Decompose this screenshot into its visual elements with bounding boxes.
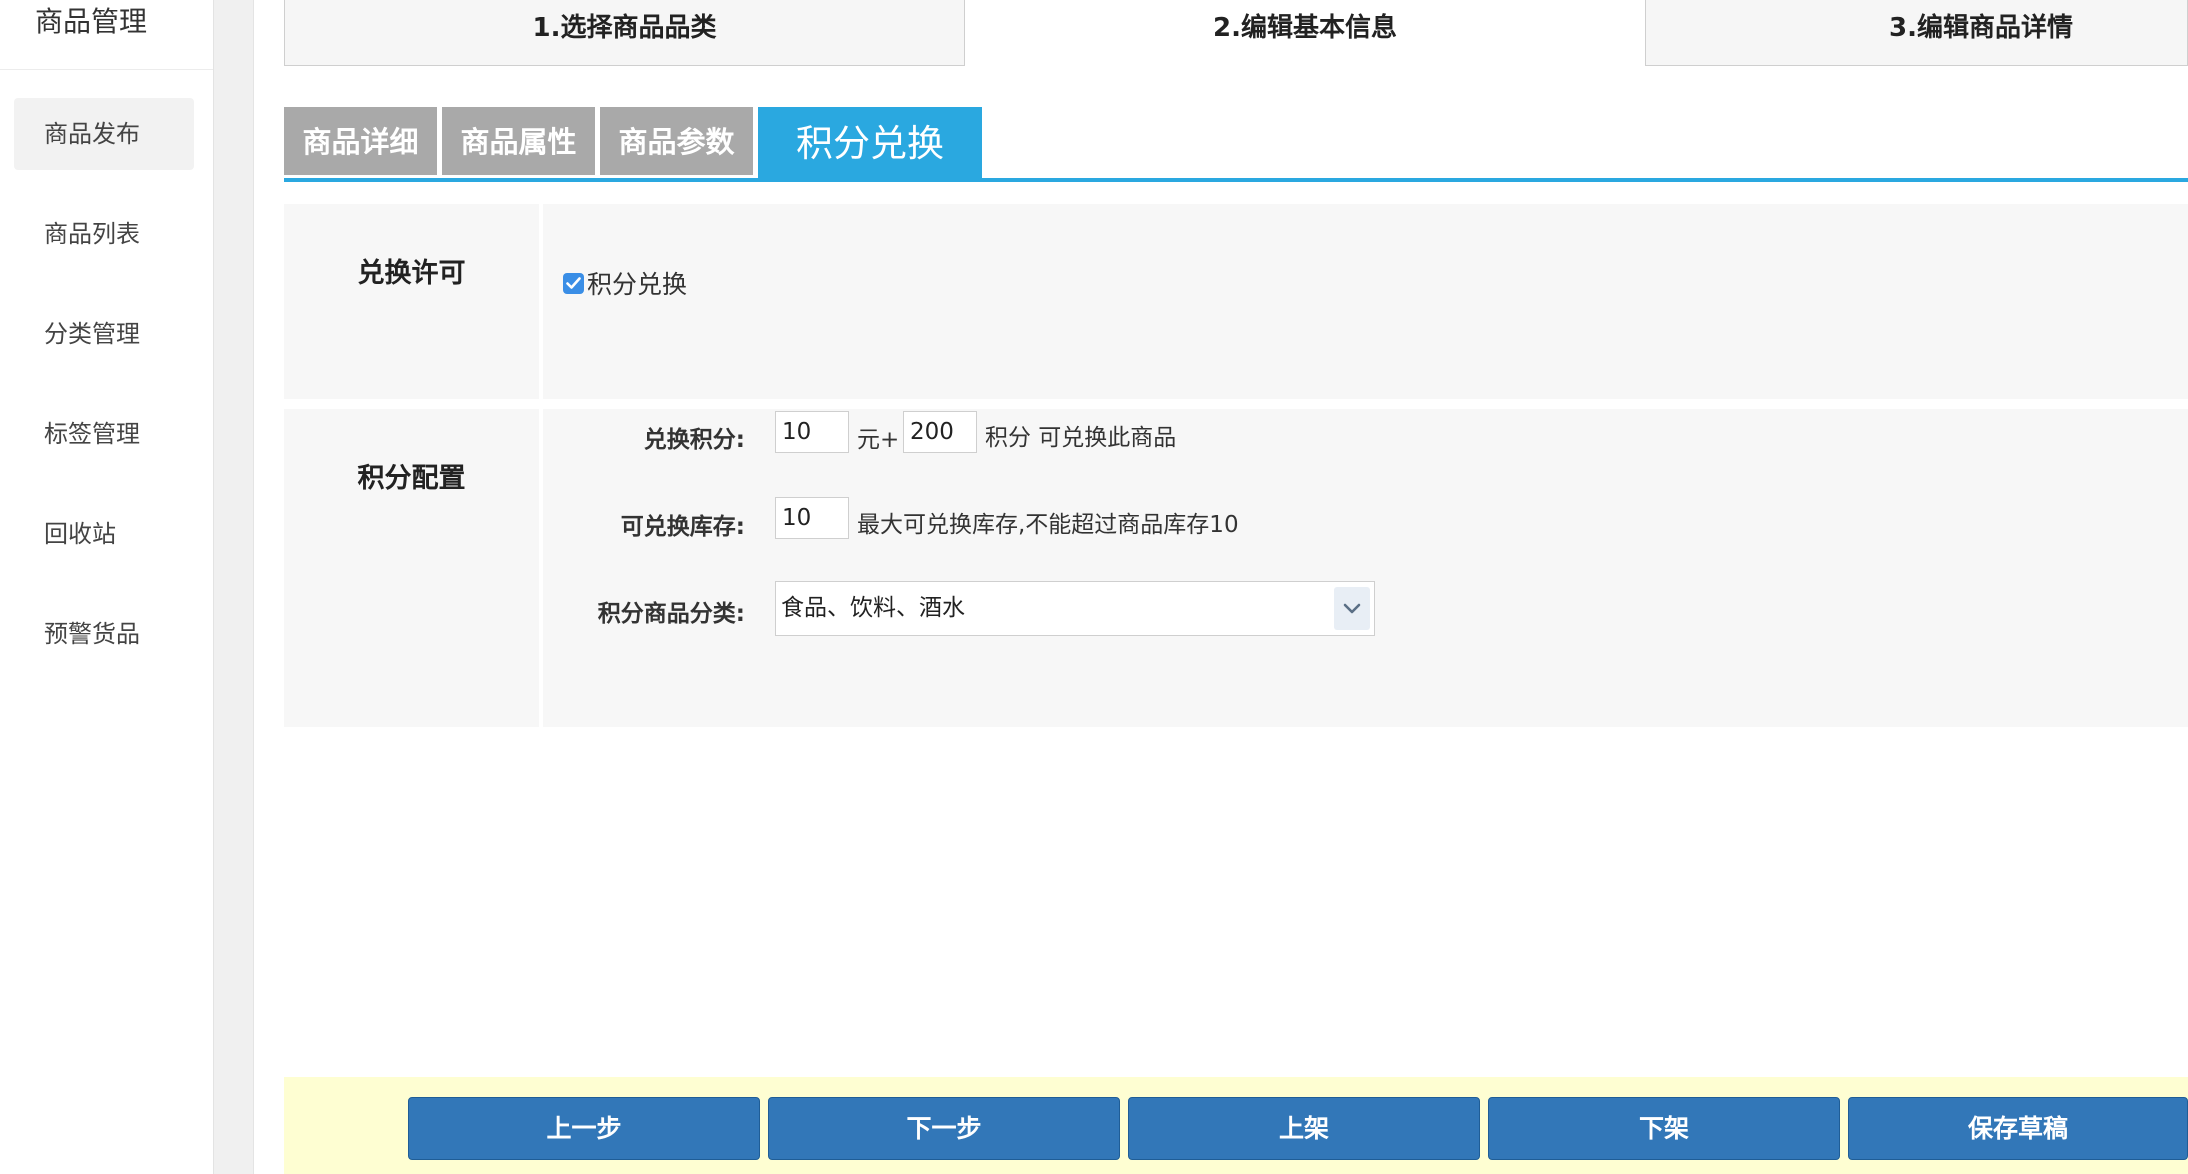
stock-input[interactable] [775,497,849,539]
list-on-shelf-button[interactable]: 上架 [1128,1097,1480,1160]
sidebar-item-category[interactable]: 分类管理 [14,298,194,370]
prev-step-button[interactable]: 上一步 [408,1097,760,1160]
price-input[interactable] [775,411,849,453]
step-select-category[interactable]: 1.选择商品品类 [284,0,965,66]
chevron-down-icon[interactable] [1334,587,1370,630]
step-edit-detail[interactable]: 3.编辑商品详情 [1645,0,2188,66]
tab-points-exchange[interactable]: 积分兑换 [758,107,982,179]
points-exchange-checkbox[interactable] [563,272,584,294]
checkmark-icon [566,276,581,289]
category-select[interactable]: 食品、饮料、酒水 [775,581,1375,636]
sidebar-title: 商品管理 [0,0,213,70]
points-exchange-checkbox-label: 积分兑换 [587,270,688,299]
step-edit-basic[interactable]: 2.编辑基本信息 [965,0,1645,66]
section-body-config [543,409,2188,727]
sidebar-item-list[interactable]: 商品列表 [14,198,194,270]
section-label-config: 积分配置 [284,409,539,727]
tab-underline [284,178,2188,182]
save-draft-button[interactable]: 保存草稿 [1848,1097,2188,1160]
sidebar-item-publish[interactable]: 商品发布 [14,98,194,170]
sidebar-item-warning[interactable]: 预警货品 [14,598,194,670]
section-body-permission [543,204,2188,399]
tab-detail[interactable]: 商品详细 [284,107,437,175]
sidebar-item-recycle[interactable]: 回收站 [14,498,194,570]
stock-hint-text: 最大可兑换库存,不能超过商品库存10 [857,512,1239,538]
yuan-plus-text: 元+ [857,427,900,453]
category-label: 积分商品分类: [597,601,745,627]
tab-attributes[interactable]: 商品属性 [442,107,595,175]
chevron-down-glyph [1343,603,1361,614]
exchange-points-label: 兑换积分: [643,427,745,453]
category-select-value: 食品、饮料、酒水 [781,595,965,621]
sidebar: 商品管理 商品发布 商品列表 分类管理 标签管理 回收站 预警货品 [0,0,214,1174]
points-exchange-checkbox-row[interactable]: 积分兑换 [563,265,687,301]
sidebar-gutter [214,0,254,1174]
next-step-button[interactable]: 下一步 [768,1097,1120,1160]
stock-label: 可兑换库存: [620,514,745,540]
delist-button[interactable]: 下架 [1488,1097,1840,1160]
points-input[interactable] [903,411,977,453]
section-label-permission: 兑换许可 [284,204,539,399]
sidebar-item-tags[interactable]: 标签管理 [14,398,194,470]
points-suffix-text: 积分 可兑换此商品 [985,425,1177,451]
tab-params[interactable]: 商品参数 [600,107,753,175]
